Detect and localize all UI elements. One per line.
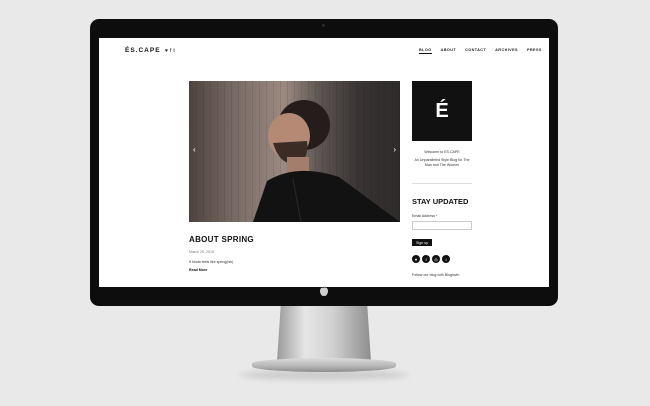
post-excerpt: It kinda feels like spring(ish) bbox=[189, 260, 234, 264]
nav-press[interactable]: PRESS bbox=[527, 48, 542, 54]
header-social-icons: ♥ f t bbox=[165, 48, 175, 54]
post-date: March 20, 2015 bbox=[189, 250, 214, 254]
nav-about[interactable]: ABOUT bbox=[441, 48, 457, 54]
slider-next-arrow[interactable]: › bbox=[393, 145, 396, 154]
email-field[interactable] bbox=[412, 221, 472, 230]
monitor-bezel: ÉS.CAPE ♥ f t BLOG ABOUT CONTACT ARCHIVE… bbox=[90, 19, 558, 306]
site-badge: É bbox=[412, 81, 472, 141]
portrait-photo bbox=[253, 100, 400, 222]
instagram-icon[interactable]: ◎ bbox=[432, 255, 440, 263]
newsletter-title: STAY UPDATED bbox=[412, 197, 469, 206]
post-title[interactable]: ABOUT SPRING bbox=[189, 235, 254, 244]
monitor-stand-base bbox=[252, 358, 396, 372]
main-nav: BLOG ABOUT CONTACT ARCHIVES PRESS bbox=[419, 48, 542, 54]
browser-screen: ÉS.CAPE ♥ f t BLOG ABOUT CONTACT ARCHIVE… bbox=[99, 38, 549, 287]
nav-contact[interactable]: CONTACT bbox=[465, 48, 486, 54]
site-logo[interactable]: ÉS.CAPE bbox=[125, 47, 161, 54]
signup-button[interactable]: Sign up bbox=[412, 239, 433, 246]
email-label: Email Address * bbox=[412, 214, 438, 218]
heart-icon[interactable]: ♥ bbox=[165, 48, 168, 54]
camera-icon bbox=[322, 24, 325, 27]
apple-logo-icon bbox=[317, 284, 331, 298]
monitor-stand-neck bbox=[277, 305, 371, 361]
tumblr-icon[interactable]: t bbox=[442, 255, 450, 263]
featured-image-slider[interactable]: ‹ › bbox=[189, 81, 400, 222]
nav-blog[interactable]: BLOG bbox=[419, 48, 432, 54]
sidebar-divider bbox=[412, 183, 472, 184]
sidebar-tagline: An Unparalleled Style Blog for The Man a… bbox=[414, 158, 470, 167]
sidebar-social-icons: ♥ f ◎ t bbox=[412, 255, 450, 263]
sidebar-welcome: Welcome to ES.CAPE bbox=[424, 150, 460, 154]
heart-icon[interactable]: ♥ bbox=[412, 255, 420, 263]
nav-archives[interactable]: ARCHIVES bbox=[495, 48, 518, 54]
read-more-link[interactable]: Read More bbox=[189, 268, 207, 272]
tumblr-icon[interactable]: t bbox=[173, 48, 174, 54]
facebook-icon[interactable]: f bbox=[170, 48, 171, 54]
slider-prev-arrow[interactable]: ‹ bbox=[193, 145, 196, 154]
facebook-icon[interactable]: f bbox=[422, 255, 430, 263]
bloglovin-follow-link[interactable]: Follow our blog with Bloglovin bbox=[412, 273, 459, 277]
